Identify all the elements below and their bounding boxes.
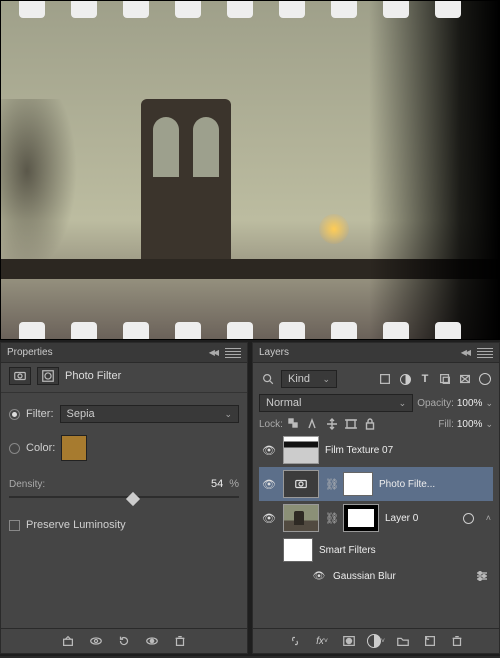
lock-all-icon[interactable] (362, 417, 378, 431)
bridge-tower (141, 99, 231, 279)
smart-filter-expand-icon[interactable] (460, 510, 478, 526)
new-layer-icon[interactable] (421, 633, 439, 649)
filter-adjustment-icon[interactable] (397, 372, 413, 386)
new-group-icon[interactable] (394, 633, 412, 649)
filter-type-icon[interactable]: T (417, 372, 433, 386)
lock-position-icon[interactable] (324, 417, 340, 431)
layer-row[interactable]: 👁 ⛓ Layer 0 ˄ (259, 501, 493, 535)
density-label: Density: (9, 479, 45, 490)
lock-label: Lock: (259, 419, 283, 430)
lock-artboard-icon[interactable] (343, 417, 359, 431)
layer-name[interactable]: Photo Filte... (379, 479, 435, 490)
collapse-icon[interactable]: ◀◀ (209, 348, 217, 357)
properties-panel: Properties ◀◀ Photo Filter Filter: Sepia… (0, 342, 248, 654)
visibility-icon[interactable]: 👁 (311, 571, 327, 582)
adjustment-icon (9, 367, 31, 385)
layer-name[interactable]: Film Texture 07 (325, 445, 393, 456)
visibility-icon[interactable]: 👁 (261, 512, 277, 525)
layer-name[interactable]: Gaussian Blur (333, 571, 396, 582)
layers-footer: fx˅ ˅ (253, 628, 499, 653)
layer-name[interactable]: Smart Filters (319, 545, 376, 556)
adjustment-title: Photo Filter (65, 370, 121, 382)
trash-icon[interactable] (448, 633, 466, 649)
film-sprockets-bottom (1, 319, 499, 340)
color-swatch[interactable] (61, 435, 87, 461)
color-radio[interactable] (9, 443, 20, 454)
chevron-down-icon[interactable]: ⌄ (485, 398, 493, 409)
layer-row[interactable]: 👁 ⛓ Photo Filte... (259, 467, 493, 501)
layer-style-icon[interactable]: fx˅ (313, 633, 331, 649)
layer-mask-thumbnail[interactable] (343, 504, 379, 532)
lock-transparency-icon[interactable] (286, 417, 302, 431)
properties-title: Properties (7, 347, 53, 358)
filter-settings-icon[interactable] (473, 568, 491, 584)
filter-radio[interactable] (9, 409, 20, 420)
smart-filter-item[interactable]: 👁 Gaussian Blur (309, 565, 493, 587)
collapse-icon[interactable]: ◀◀ (461, 348, 469, 357)
layer-mask-thumbnail[interactable] (343, 472, 373, 496)
film-vignette (369, 1, 499, 339)
add-mask-icon[interactable] (340, 633, 358, 649)
link-mask-icon[interactable]: ⛓ (325, 478, 337, 491)
density-value[interactable]: 54 (195, 478, 223, 490)
blend-mode-select[interactable]: Normal⌄ (259, 394, 413, 412)
layers-title: Layers (259, 347, 289, 358)
layer-thumbnail[interactable] (283, 470, 319, 498)
layer-thumbnail[interactable] (283, 436, 319, 464)
preserve-luminosity-label: Preserve Luminosity (26, 519, 126, 531)
chevron-down-icon[interactable]: ⌄ (485, 419, 493, 430)
opacity-label: Opacity: (417, 398, 454, 409)
clip-to-layer-icon[interactable] (59, 633, 77, 649)
link-layers-icon[interactable] (286, 633, 304, 649)
fill-value[interactable]: 100% (457, 419, 483, 430)
sun-glow (319, 214, 349, 244)
visibility-icon[interactable]: 👁 (261, 478, 277, 491)
fill-label: Fill: (438, 419, 454, 430)
layers-panel: Layers ◀◀ Kind⌄ T (252, 342, 500, 654)
chevron-icon[interactable]: ˄ (486, 513, 491, 523)
filter-label: Filter: (26, 408, 54, 420)
chevron-down-icon: ⌄ (224, 409, 232, 420)
search-icon[interactable] (259, 371, 277, 387)
density-slider[interactable] (9, 490, 239, 504)
filter-pixel-icon[interactable] (377, 372, 393, 386)
reset-icon[interactable] (115, 633, 133, 649)
new-adjustment-icon[interactable]: ˅ (367, 633, 385, 649)
link-mask-icon[interactable]: ⛓ (325, 512, 337, 525)
toggle-visibility-icon[interactable] (143, 633, 161, 649)
tree-silhouette (0, 99, 81, 279)
layer-row[interactable]: 👁 Film Texture 07 (259, 433, 493, 467)
filter-select[interactable]: Sepia ⌄ (60, 405, 240, 423)
layer-thumbnail[interactable] (283, 504, 319, 532)
layer-name[interactable]: Layer 0 (385, 513, 418, 524)
panel-menu-icon[interactable] (477, 348, 493, 358)
filter-value: Sepia (67, 408, 95, 420)
film-sprockets-top (1, 0, 499, 21)
preserve-luminosity-checkbox[interactable] (9, 520, 20, 531)
document-canvas[interactable] (0, 0, 500, 340)
mask-icon (37, 367, 59, 385)
smart-filters-row[interactable]: Smart Filters (281, 535, 493, 565)
properties-footer (1, 628, 247, 653)
opacity-value[interactable]: 100% (457, 398, 483, 409)
trash-icon[interactable] (171, 633, 189, 649)
filter-smartobject-icon[interactable] (457, 372, 473, 386)
filter-mask-thumbnail[interactable] (283, 538, 313, 562)
filter-shape-icon[interactable] (437, 372, 453, 386)
filter-kind-select[interactable]: Kind⌄ (281, 370, 337, 388)
lock-image-icon[interactable] (305, 417, 321, 431)
density-unit: % (229, 478, 239, 490)
panel-menu-icon[interactable] (225, 348, 241, 358)
view-previous-icon[interactable] (87, 633, 105, 649)
filter-toggle-icon[interactable] (477, 372, 493, 386)
visibility-icon[interactable]: 👁 (261, 444, 277, 457)
color-label: Color: (26, 442, 55, 454)
